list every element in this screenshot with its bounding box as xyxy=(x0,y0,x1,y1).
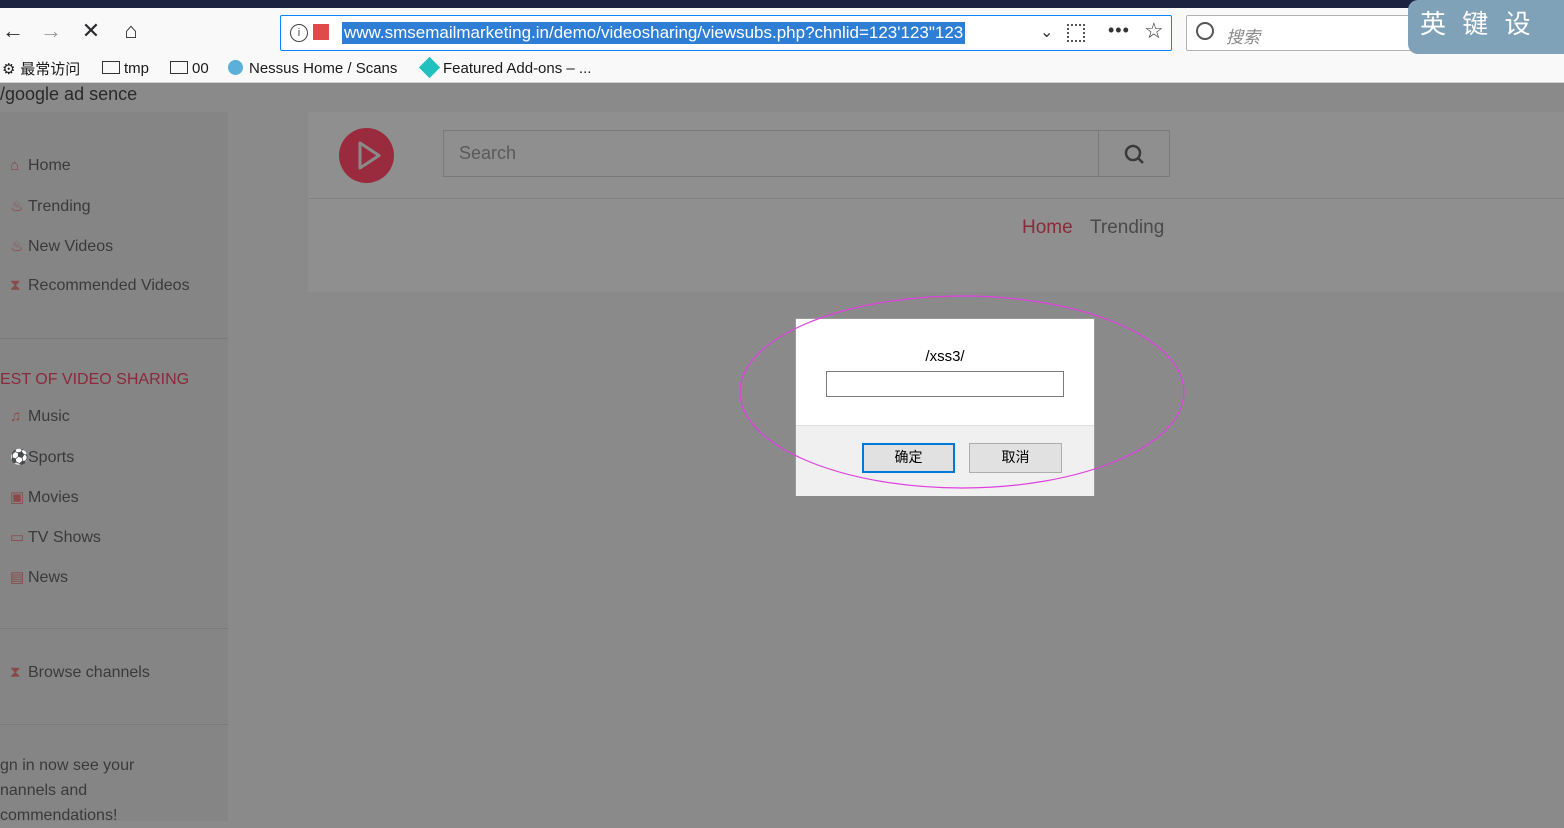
stop-button-icon[interactable]: ✕ xyxy=(76,18,106,48)
home-button-icon[interactable]: ⌂ xyxy=(116,18,146,48)
window-title-strip xyxy=(0,0,1564,8)
ime-toolbar[interactable]: 英 键 设 xyxy=(1408,0,1564,54)
flame-icon: ♨ xyxy=(10,238,24,255)
bookmark-most-visited[interactable]: ⚙ 最常访问 xyxy=(2,58,80,80)
tv-icon: ▭ xyxy=(10,529,25,546)
music-icon: ♫ xyxy=(10,408,22,425)
bookmark-nessus[interactable]: Nessus Home / Scans xyxy=(228,58,397,80)
folder-icon xyxy=(170,61,188,74)
addon-icon xyxy=(418,56,441,79)
site-search-placeholder: Search xyxy=(459,143,517,163)
sidebar-item-new-videos[interactable]: ♨ New Videos xyxy=(10,237,113,256)
bookmark-star-icon[interactable]: ☆ xyxy=(1144,18,1164,44)
more-actions-icon[interactable]: ••• xyxy=(1108,20,1130,41)
sidebar-item-music[interactable]: ♫ Music xyxy=(10,408,70,426)
bookmark-00[interactable]: 00 xyxy=(170,58,209,80)
forward-button-icon[interactable]: → xyxy=(36,18,66,48)
folder-icon xyxy=(102,61,120,74)
sidebar-item-home[interactable]: ⌂ Home xyxy=(10,157,71,175)
site-search-input[interactable]: Search xyxy=(443,130,1099,177)
annotation-ellipse xyxy=(740,295,1185,489)
site-logo[interactable] xyxy=(339,128,394,183)
sidebar-divider xyxy=(0,628,228,629)
url-text[interactable]: www.smsemailmarketing.in/demo/videoshari… xyxy=(342,22,966,44)
signin-prompt: gn in now see your nannels and commendat… xyxy=(0,757,135,824)
info-icon[interactable]: i xyxy=(290,24,308,42)
tab-trending[interactable]: Trending xyxy=(1090,217,1164,239)
sidebar-item-news[interactable]: ▤ News xyxy=(10,568,68,587)
browser-search-placeholder: 搜索 xyxy=(1226,28,1260,48)
bookmark-tmp[interactable]: tmp xyxy=(102,58,149,80)
sidebar-item-sports[interactable]: ⚽Sports xyxy=(10,448,74,467)
browser-search-box[interactable] xyxy=(1186,15,1426,51)
ad-placeholder-text: /google ad sence xyxy=(0,84,138,104)
sidebar-item-recommended[interactable]: ⧗ Recommended Videos xyxy=(10,277,190,295)
qr-code-icon[interactable] xyxy=(1067,24,1085,42)
flame-icon: ♨ xyxy=(10,198,24,215)
sidebar-item-trending[interactable]: ♨ Trending xyxy=(10,197,91,216)
nessus-icon xyxy=(228,60,243,75)
newspaper-icon: ▤ xyxy=(10,569,25,586)
site-search-button[interactable] xyxy=(1098,130,1170,177)
sidebar-item-browse-channels[interactable]: ⧗ Browse channels xyxy=(10,664,150,682)
search-icon xyxy=(1196,22,1214,40)
sidebar-divider xyxy=(0,338,228,339)
sidebar-item-movies[interactable]: ▣ Movies xyxy=(10,488,79,507)
chevron-down-icon[interactable]: ⌄ xyxy=(1040,22,1053,42)
hourglass-icon: ⧗ xyxy=(10,664,21,681)
film-icon: ▣ xyxy=(10,489,25,506)
gear-icon: ⚙ xyxy=(2,60,21,78)
tab-home[interactable]: Home xyxy=(1022,217,1073,239)
back-button-icon[interactable]: ← xyxy=(0,18,28,48)
sidebar-item-tv-shows[interactable]: ▭ TV Shows xyxy=(10,528,101,547)
ball-icon: ⚽ xyxy=(10,449,29,466)
search-icon xyxy=(1124,144,1144,164)
sidebar-section-title: EST OF VIDEO SHARING xyxy=(0,371,190,388)
play-icon xyxy=(358,141,381,170)
bookmark-featured-addons[interactable]: Featured Add-ons – ... xyxy=(418,56,591,80)
sidebar-divider xyxy=(0,724,228,725)
header-divider xyxy=(308,198,1564,199)
insecure-icon xyxy=(313,24,329,40)
home-icon: ⌂ xyxy=(10,157,20,174)
hourglass-icon: ⧗ xyxy=(10,277,21,294)
